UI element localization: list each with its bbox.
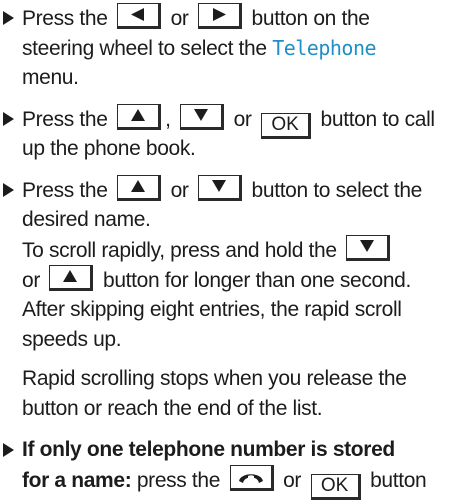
up-button-icon: [117, 175, 162, 201]
step2-line2: up the phone book.: [22, 134, 196, 164]
condition-text: If only one telephone number is stored: [22, 438, 395, 461]
text: or: [170, 179, 189, 202]
text: button to call: [320, 108, 436, 131]
up-button-icon: [117, 104, 162, 130]
step3-line8: button or reach the end of the list.: [22, 394, 323, 424]
text: button on the: [251, 7, 370, 30]
text: press the: [136, 469, 221, 492]
step1-line2: steering wheel to select the Telephone: [22, 33, 377, 64]
menu-name-telephone: Telephone: [272, 36, 377, 60]
step-bullet-arrow-icon: [3, 11, 14, 25]
step3-line7: Rapid scrolling stops when you release t…: [22, 364, 407, 394]
text: button or reach the end of the list.: [22, 397, 323, 420]
text: Press the: [22, 7, 108, 30]
step3-line2: desired name.: [22, 205, 151, 235]
text: button for longer than one second.: [102, 269, 411, 292]
right-button-icon: [198, 3, 243, 29]
step4-line1: If only one telephone number is stored: [22, 435, 395, 465]
step4-line2: for a name: press the or OK button: [22, 465, 427, 500]
step3-line6: speeds up.: [22, 325, 122, 355]
down-button-icon: [346, 235, 391, 261]
text: or: [283, 469, 302, 492]
text: up the phone book.: [22, 137, 196, 160]
text: steering wheel to select the: [22, 37, 267, 60]
text: Press the: [22, 108, 108, 131]
step3-line3: To scroll rapidly, press and hold the: [22, 235, 394, 266]
phone-handset-button-icon: [229, 465, 274, 491]
text: desired name.: [22, 208, 151, 231]
step-bullet-arrow-icon: [3, 443, 14, 457]
ok-button-icon: OK: [261, 113, 312, 139]
text: button: [370, 469, 427, 492]
text: button to select the: [251, 179, 423, 202]
up-button-icon: [49, 265, 94, 291]
text: To scroll rapidly, press and hold the: [22, 239, 337, 262]
left-button-icon: [117, 3, 162, 29]
manual-page: Press the or button on the steering whee…: [0, 0, 461, 504]
text: ,: [165, 108, 171, 131]
text: speeds up.: [22, 328, 122, 351]
step1-line3: menu.: [22, 63, 79, 93]
text: Press the: [22, 179, 108, 202]
condition-text: for a name:: [22, 469, 132, 492]
down-button-icon: [198, 175, 243, 201]
text: Rapid scrolling stops when you release t…: [22, 367, 407, 390]
down-button-icon: [180, 104, 225, 130]
step3-line1: Press the or button to select the: [22, 175, 422, 206]
step3-line4: or button for longer than one second.: [22, 265, 411, 296]
text: or: [22, 269, 40, 292]
text: or: [170, 7, 189, 30]
ok-button-icon: OK: [310, 474, 361, 500]
text: menu.: [22, 66, 79, 89]
step3-line5: After skipping eight entries, the rapid …: [22, 295, 402, 325]
text: or: [233, 108, 252, 131]
step-bullet-arrow-icon: [3, 183, 14, 197]
step1-line1: Press the or button on the: [22, 3, 370, 34]
text: After skipping eight entries, the rapid …: [22, 298, 402, 321]
step-bullet-arrow-icon: [3, 112, 14, 126]
